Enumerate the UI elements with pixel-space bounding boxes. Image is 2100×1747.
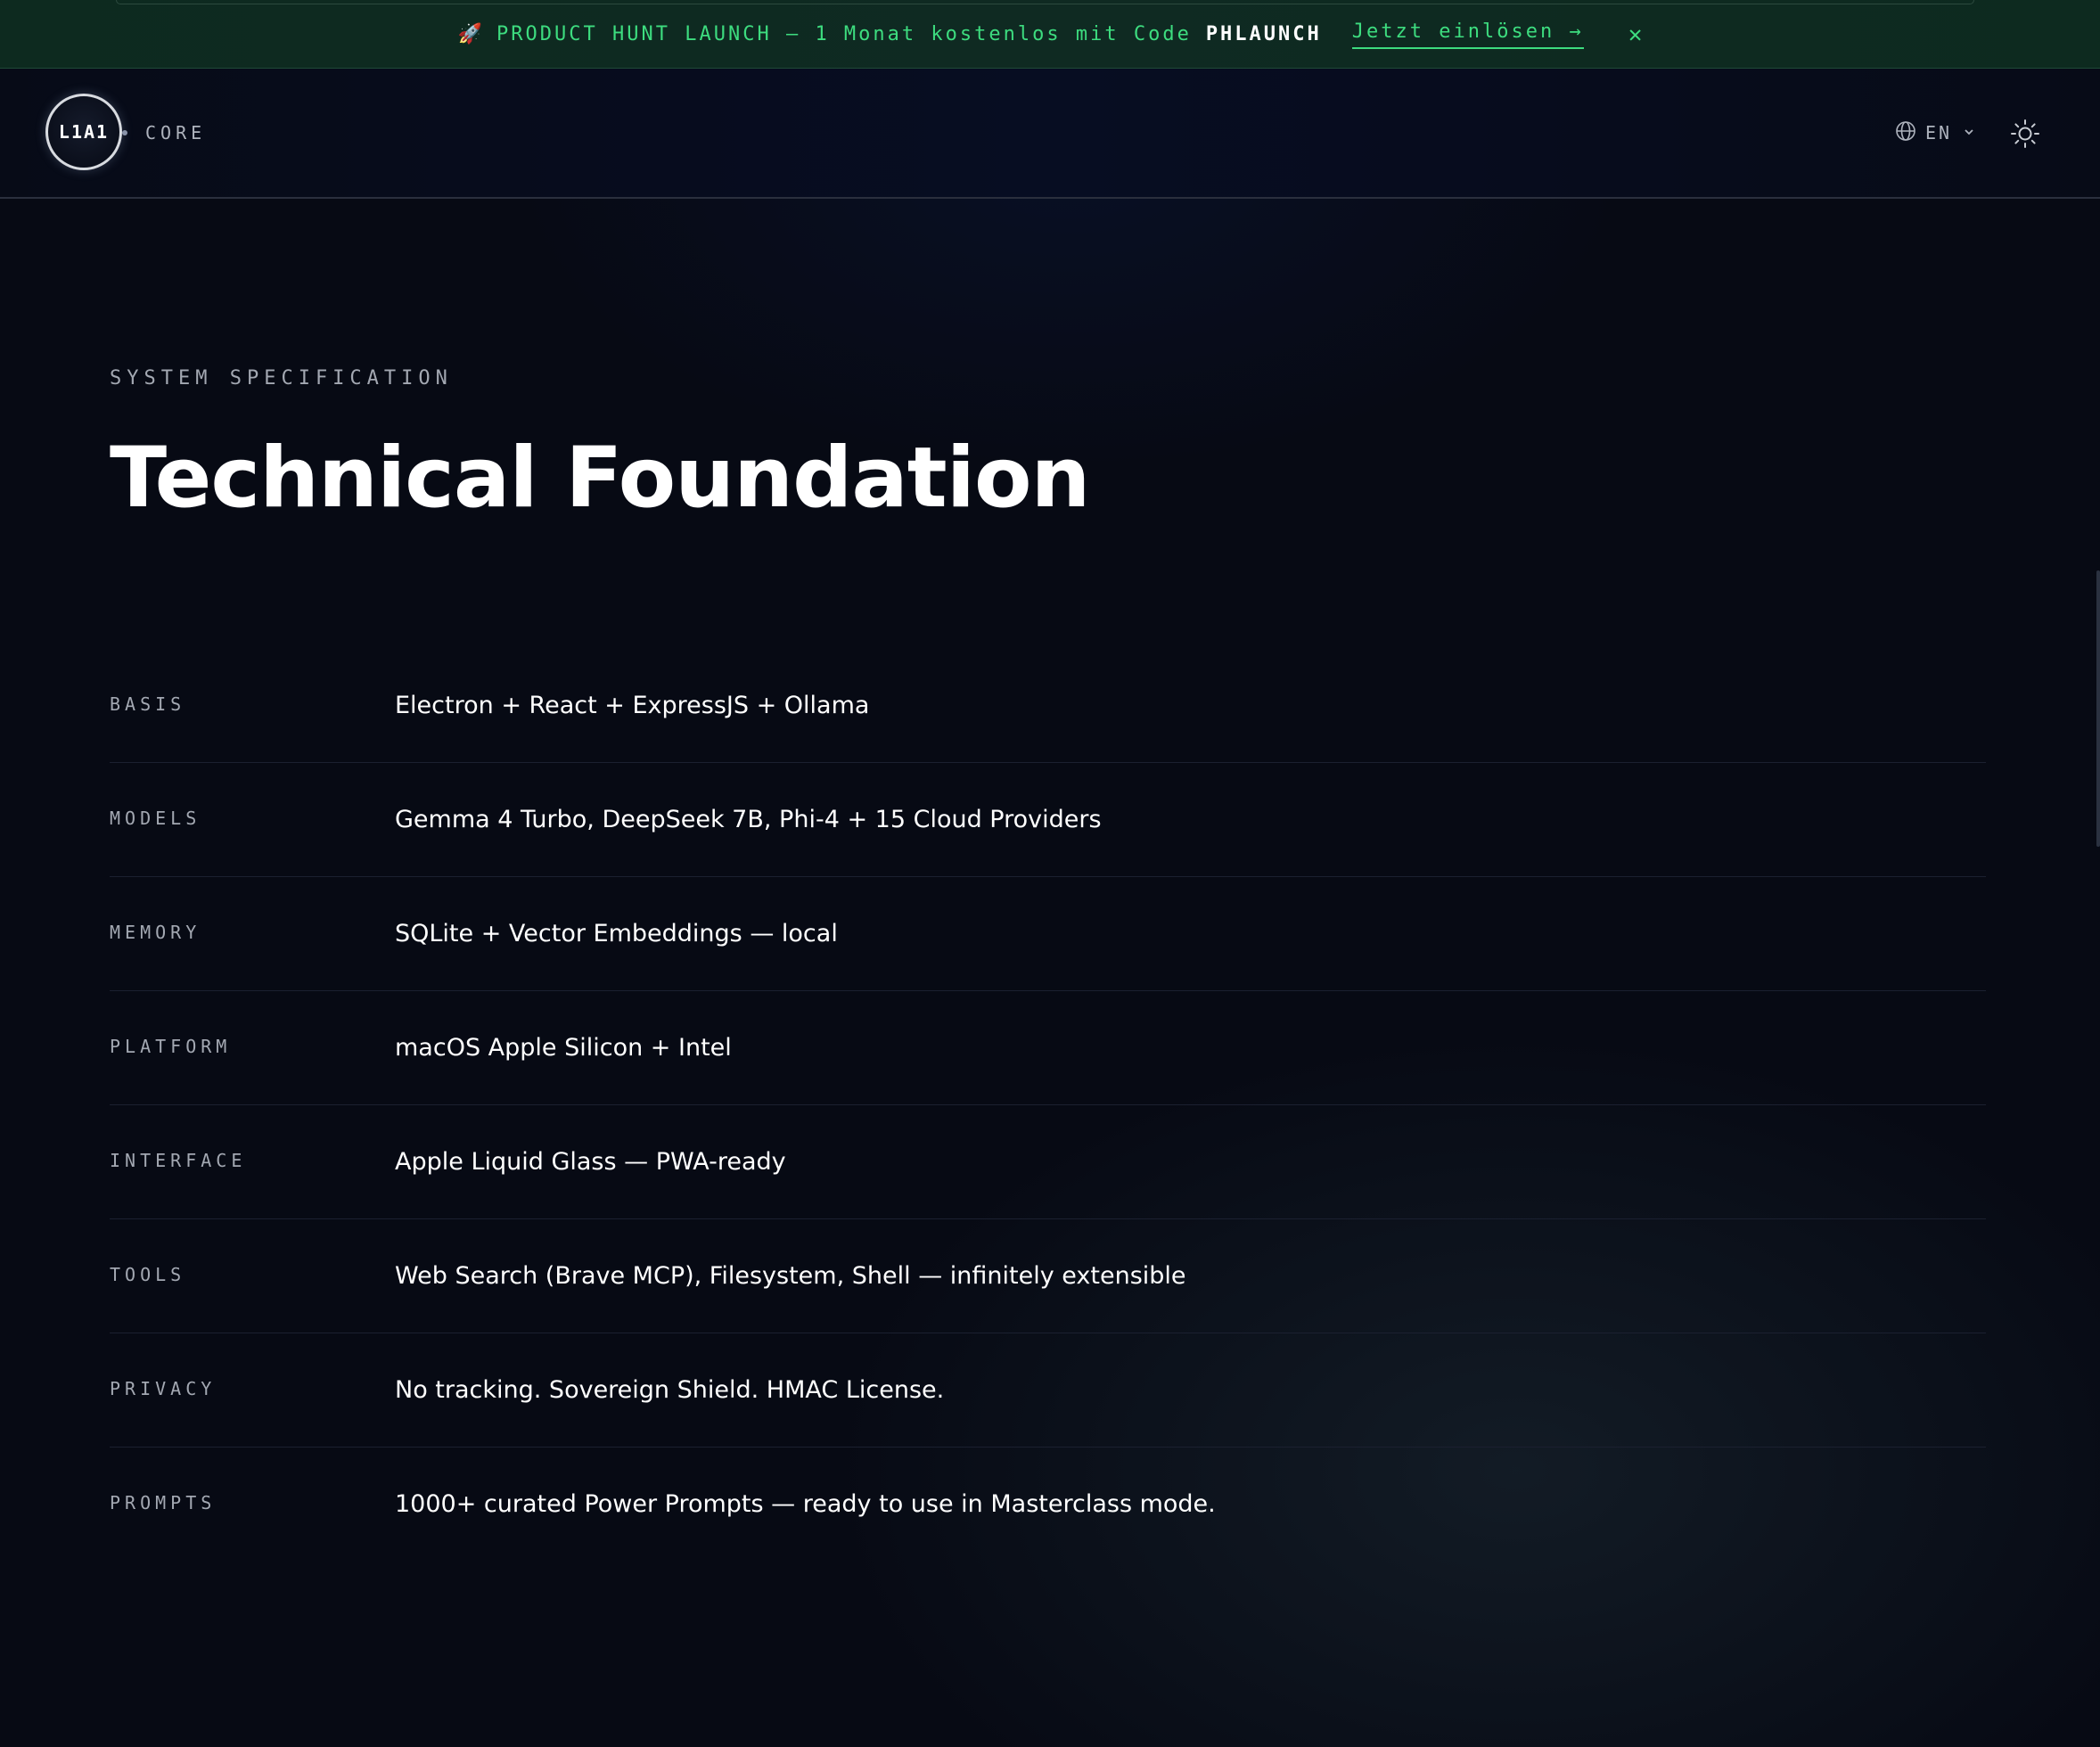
spec-key: BASIS: [110, 693, 186, 715]
page-title: Technical Foundation: [110, 430, 1090, 527]
section-eyebrow: SYSTEM SPECIFICATION: [110, 367, 453, 390]
logo-text: L1A1: [58, 121, 110, 143]
logo-dot: [122, 130, 127, 135]
spec-row-platform: PLATFORM macOS Apple Silicon + Intel: [110, 991, 1986, 1105]
spec-value: SQLite + Vector Embeddings — local: [395, 920, 838, 947]
spec-row-tools: TOOLS Web Search (Brave MCP), Filesystem…: [110, 1219, 1986, 1333]
promo-banner: 🚀 PRODUCT HUNT LAUNCH — 1 Monat kostenlo…: [0, 0, 2100, 69]
promo-code: PHLAUNCH: [1205, 23, 1322, 45]
spec-value: No tracking. Sovereign Shield. HMAC Lice…: [395, 1376, 945, 1404]
spec-value: Electron + React + ExpressJS + Ollama: [395, 692, 870, 719]
site-header: L1A1 CORE EN: [0, 69, 2100, 199]
spec-row-basis: BASIS Electron + React + ExpressJS + Oll…: [110, 649, 1986, 763]
spec-value: Web Search (Brave MCP), Filesystem, Shel…: [395, 1262, 1186, 1290]
spec-value: Gemma 4 Turbo, DeepSeek 7B, Phi-4 + 15 C…: [395, 806, 1102, 833]
language-selector[interactable]: EN: [1895, 120, 1975, 145]
spec-row-prompts: PROMPTS 1000+ curated Power Prompts — re…: [110, 1448, 1986, 1562]
spec-key: MEMORY: [110, 922, 201, 943]
close-icon[interactable]: ✕: [1628, 21, 1643, 48]
spec-value: macOS Apple Silicon + Intel: [395, 1034, 732, 1062]
globe-icon: [1895, 120, 1916, 145]
scrollbar[interactable]: [2096, 570, 2100, 847]
spec-key: PLATFORM: [110, 1036, 232, 1057]
sun-icon: [2010, 119, 2040, 152]
brand-subtitle: CORE: [145, 122, 207, 144]
spec-key: INTERFACE: [110, 1150, 247, 1171]
spec-key: TOOLS: [110, 1264, 186, 1285]
spec-key: MODELS: [110, 808, 201, 829]
chevron-down-icon: [1963, 125, 1975, 142]
spec-key: PROMPTS: [110, 1492, 217, 1513]
spec-row-memory: MEMORY SQLite + Vector Embeddings — loca…: [110, 877, 1986, 991]
spec-row-privacy: PRIVACY No tracking. Sovereign Shield. H…: [110, 1333, 1986, 1448]
spec-row-models: MODELS Gemma 4 Turbo, DeepSeek 7B, Phi-4…: [110, 763, 1986, 877]
spec-value: Apple Liquid Glass — PWA-ready: [395, 1148, 786, 1176]
logo[interactable]: L1A1: [45, 94, 122, 170]
rocket-icon: 🚀: [457, 23, 483, 45]
spec-list: BASIS Electron + React + ExpressJS + Oll…: [110, 649, 1986, 1562]
spec-key: PRIVACY: [110, 1378, 217, 1399]
promo-content: 🚀 PRODUCT HUNT LAUNCH — 1 Monat kostenlo…: [0, 0, 2100, 69]
promo-text: PRODUCT HUNT LAUNCH — 1 Monat kostenlos …: [496, 23, 1192, 45]
spec-row-interface: INTERFACE Apple Liquid Glass — PWA-ready: [110, 1105, 1986, 1219]
theme-toggle-button[interactable]: [2010, 119, 2040, 149]
redeem-link[interactable]: Jetzt einlösen →: [1351, 21, 1584, 49]
language-label: EN: [1925, 122, 1953, 144]
spec-value: 1000+ curated Power Prompts — ready to u…: [395, 1490, 1216, 1518]
